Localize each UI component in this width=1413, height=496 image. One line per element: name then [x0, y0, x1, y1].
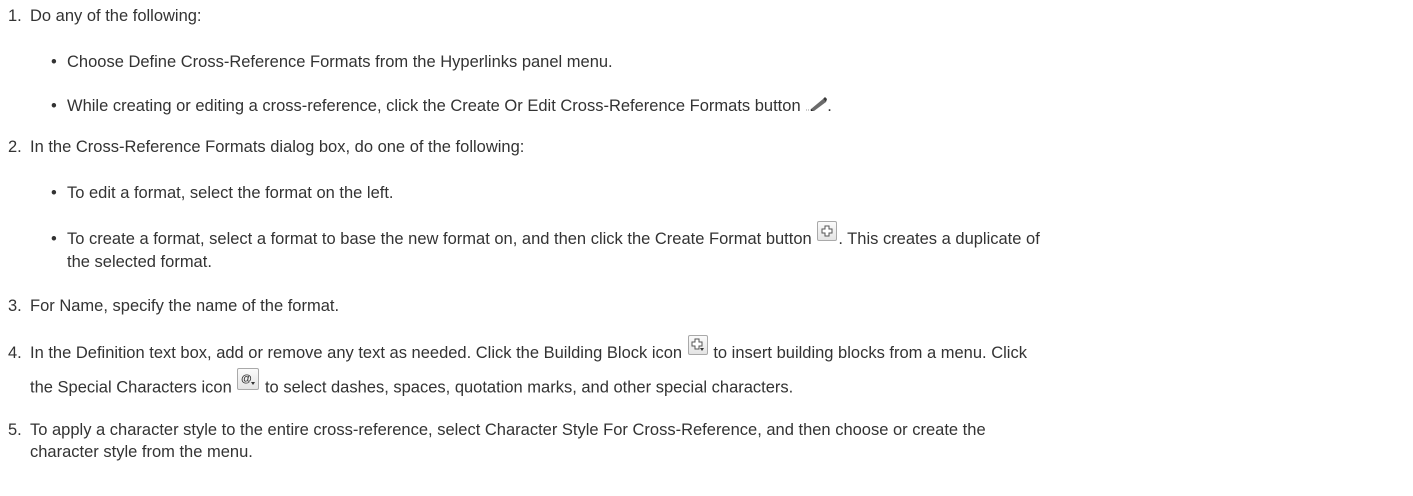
bullet-glyph: •	[51, 230, 57, 248]
step-text: the Special Characters icon	[30, 378, 232, 397]
bullet-glyph: •	[51, 53, 57, 71]
step-text: For Name, specify the name of the format…	[30, 297, 340, 315]
instructions-document: 1. Do any of the following: • Choose Def…	[8, 7, 1040, 461]
bullet-glyph: •	[51, 184, 57, 202]
bullet-text: the selected format.	[67, 253, 212, 271]
bullet-text: To edit a format, select the format on t…	[67, 184, 394, 202]
create-format-icon	[817, 220, 838, 241]
bullet-text: To create a format, select a format to b…	[67, 230, 812, 248]
step-text: In the Definition text box, add or remov…	[30, 344, 683, 362]
step-number: 1.	[8, 7, 22, 25]
special-characters-icon: @	[237, 368, 260, 390]
step-number: 3.	[8, 297, 22, 315]
step-number: 2.	[8, 138, 22, 156]
bullet-text: While creating or editing a cross-refere…	[67, 97, 801, 115]
svg-text:@: @	[241, 373, 252, 385]
step-text: character style from the menu.	[30, 443, 253, 461]
bullet-text: Choose Define Cross-Reference Formats fr…	[67, 53, 613, 71]
step-text: To apply a character style to the entire…	[30, 421, 986, 439]
step-text: Do any of the following:	[30, 7, 202, 25]
step-text: to insert building blocks from a menu. C…	[713, 344, 1027, 362]
step-number: 5.	[8, 421, 22, 439]
pencil-icon	[805, 96, 828, 117]
bullet-glyph: •	[51, 97, 57, 115]
step-text: to select dashes, spaces, quotation mark…	[264, 378, 794, 397]
building-block-icon	[687, 334, 708, 355]
step-text: In the Cross-Reference Formats dialog bo…	[30, 138, 525, 156]
step-number: 4.	[8, 344, 22, 362]
